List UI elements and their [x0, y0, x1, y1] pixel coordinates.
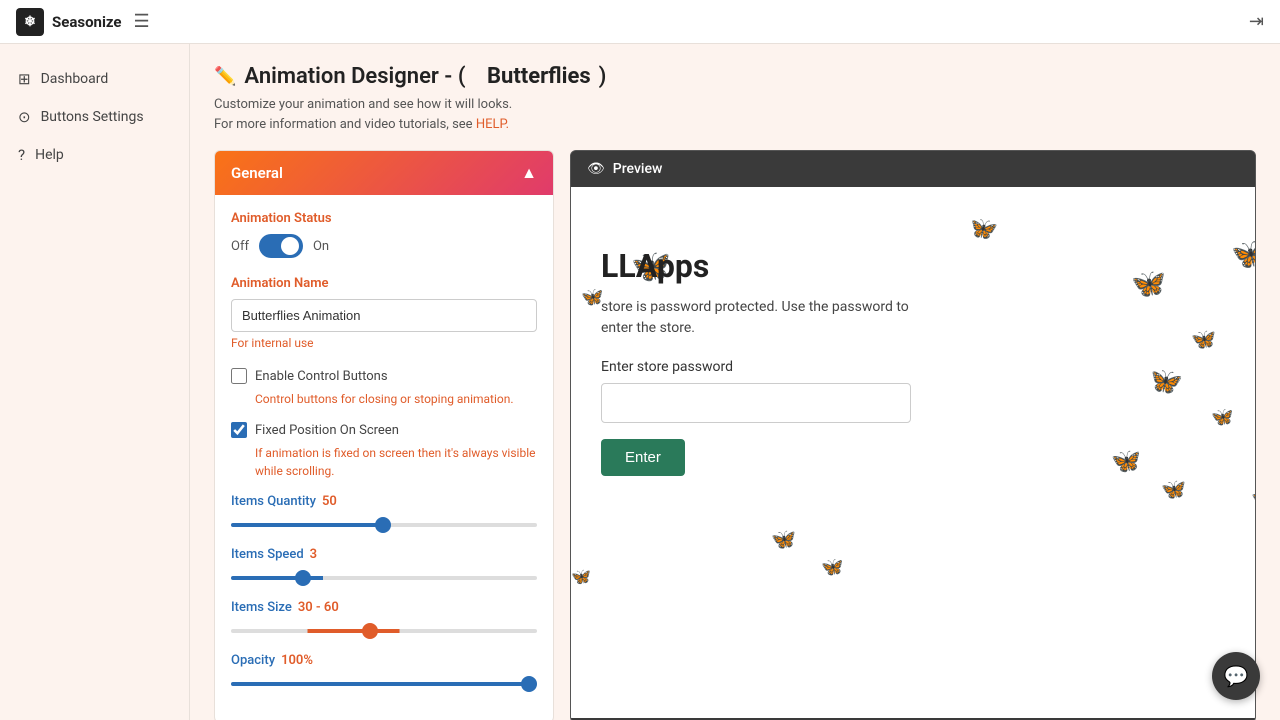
- page-header: ✏️ Animation Designer - ( Butterflies ) …: [214, 64, 1256, 134]
- password-label: Enter store password: [601, 359, 1225, 375]
- page-title: ✏️ Animation Designer - ( Butterflies ): [214, 64, 1256, 89]
- store-desc-line1: store is password protected. Use the pas…: [601, 299, 909, 315]
- app-name: Seasonize: [52, 13, 122, 31]
- password-input[interactable]: [601, 383, 911, 423]
- animation-name-label: Animation Name: [231, 276, 537, 291]
- fixed-position-row: Fixed Position On Screen: [231, 422, 537, 438]
- items-speed-label: Items Speed: [231, 547, 304, 562]
- help-icon: ?: [18, 146, 25, 164]
- items-quantity-value: 50: [322, 494, 337, 509]
- logo-icon: ❄: [16, 8, 44, 36]
- sidebar-item-buttons-settings[interactable]: ⊙ Buttons Settings: [0, 98, 189, 136]
- logout-icon: ⇥: [1249, 11, 1264, 31]
- animation-status-toggle[interactable]: [259, 234, 303, 258]
- eye-icon: 👁: [587, 161, 605, 177]
- subtitle-line2: For more information and video tutorials…: [214, 115, 1256, 135]
- dashboard-icon: ⊞: [18, 70, 31, 88]
- top-bar-right: ⇥: [1249, 11, 1264, 32]
- main-content: ✏️ Animation Designer - ( Butterflies ) …: [190, 44, 1280, 720]
- panel-content: Animation Status Off On Animation Name: [215, 195, 553, 720]
- logo-area: ❄ Seasonize: [16, 8, 122, 36]
- butterfly-15: 🦋: [571, 567, 591, 586]
- title-prefix: Animation Designer - (: [244, 64, 465, 89]
- sidebar-label-dashboard: Dashboard: [41, 71, 109, 87]
- store-title: LLApps: [601, 247, 1225, 285]
- animation-status-label: Animation Status: [231, 211, 537, 226]
- sidebar-label-buttons: Buttons Settings: [41, 109, 144, 125]
- store-desc-line2: enter the store.: [601, 320, 695, 336]
- enable-control-label[interactable]: Enable Control Buttons: [255, 369, 388, 384]
- items-quantity-slider[interactable]: [231, 523, 537, 527]
- store-desc: store is password protected. Use the pas…: [601, 297, 1225, 339]
- sidebar-label-help: Help: [35, 147, 64, 163]
- enable-control-row: Enable Control Buttons: [231, 368, 537, 384]
- title-suffix: ): [599, 64, 607, 89]
- opacity-section: Opacity 100%: [231, 653, 537, 690]
- wand-icon: ✏️: [214, 66, 236, 87]
- toggle-on-label: On: [313, 239, 329, 254]
- fixed-position-desc: If animation is fixed on screen then it'…: [231, 444, 537, 480]
- items-speed-section: Items Speed 3: [231, 547, 537, 584]
- internal-use-text: For internal use: [231, 336, 537, 350]
- subtitle-line1: Customize your animation and see how it …: [214, 95, 1256, 115]
- panel-header[interactable]: General ▲: [215, 151, 553, 195]
- toggle-row: Off On: [231, 234, 537, 258]
- buttons-icon: ⊙: [18, 108, 31, 126]
- butterfly-14: 🦋: [821, 557, 843, 578]
- items-quantity-section: Items Quantity 50: [231, 494, 537, 531]
- top-bar: ❄ Seasonize ☰ ⇥: [0, 0, 1280, 44]
- logo-char: ❄: [24, 14, 36, 30]
- items-size-slider[interactable]: [231, 629, 537, 633]
- items-size-label: Items Size: [231, 600, 292, 615]
- enable-control-checkbox[interactable]: [231, 368, 247, 384]
- opacity-value: 100%: [281, 653, 313, 668]
- chat-icon: 💬: [1224, 664, 1249, 688]
- butterfly-10: 🦋: [1251, 487, 1255, 512]
- logout-button[interactable]: ⇥: [1249, 11, 1264, 32]
- items-speed-slider[interactable]: [231, 576, 537, 580]
- collapse-icon: ▲: [521, 163, 537, 183]
- preview-panel: 👁 Preview 🦋 🦋 🦋 🦋 🦋 🦋 🦋 🦋 🦋: [570, 150, 1256, 720]
- panel-header-label: General: [231, 164, 283, 182]
- preview-content: 🦋 🦋 🦋 🦋 🦋 🦋 🦋 🦋 🦋 🦋 🦋 🦋 🦋 🦋: [571, 187, 1255, 718]
- sidebar-item-help[interactable]: ? Help: [0, 136, 189, 174]
- fixed-position-label[interactable]: Fixed Position On Screen: [255, 423, 399, 438]
- fixed-position-checkbox[interactable]: [231, 422, 247, 438]
- sidebar: ⊞ Dashboard ⊙ Buttons Settings ? Help: [0, 44, 190, 720]
- butterfly-13: 🦋: [771, 527, 796, 551]
- items-speed-value: 3: [310, 547, 317, 562]
- preview-header: 👁 Preview: [571, 151, 1255, 187]
- chat-bubble[interactable]: 💬: [1212, 652, 1260, 700]
- butterfly-5: 🦋: [1231, 237, 1255, 272]
- main-area: ⊞ Dashboard ⊙ Buttons Settings ? Help ✏️…: [0, 44, 1280, 720]
- opacity-slider[interactable]: [231, 682, 537, 686]
- toggle-off-label: Off: [231, 239, 249, 254]
- animation-app-name: Butterflies: [487, 64, 591, 89]
- items-quantity-label: Items Quantity: [231, 494, 316, 509]
- sidebar-item-dashboard[interactable]: ⊞ Dashboard: [0, 60, 189, 98]
- two-col-layout: General ▲ Animation Status Off On: [214, 150, 1256, 720]
- items-size-section: Items Size 30 - 60: [231, 600, 537, 637]
- opacity-label: Opacity: [231, 653, 275, 668]
- app-container: ❄ Seasonize ☰ ⇥ ⊞ Dashboard ⊙ Buttons Se…: [0, 0, 1280, 720]
- preview-label: Preview: [613, 161, 663, 177]
- butterfly-9: 🦋: [1161, 477, 1186, 501]
- hamburger-icon[interactable]: ☰: [134, 11, 150, 32]
- enter-button[interactable]: Enter: [601, 439, 685, 476]
- animation-name-input[interactable]: [231, 299, 537, 332]
- help-link[interactable]: HELP.: [476, 117, 509, 132]
- enable-control-desc: Control buttons for closing or stoping a…: [231, 390, 537, 408]
- page-subtitle: Customize your animation and see how it …: [214, 95, 1256, 134]
- general-panel: General ▲ Animation Status Off On: [214, 150, 554, 720]
- items-size-value: 30 - 60: [298, 600, 339, 615]
- toggle-slider: [259, 234, 303, 258]
- butterfly-2: 🦋: [971, 217, 998, 242]
